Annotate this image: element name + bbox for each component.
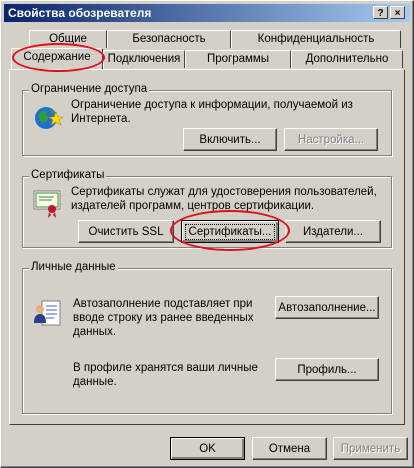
content-tab-panel: Ограничение доступа Ограничение доступа … [9, 69, 405, 425]
autocomplete-description: Автозаполнение подставляет при вводе стр… [73, 298, 254, 338]
access-group: Ограничение доступа Ограничение доступа … [22, 83, 392, 156]
address-card-icon [34, 300, 61, 326]
ok-button[interactable]: OK [170, 437, 245, 460]
globe-star-icon [35, 107, 63, 129]
profile-description: В профиле хранятся ваши личные данные. [73, 362, 258, 388]
certificate-icon [33, 190, 61, 218]
tab-connections[interactable]: Подключения [103, 50, 185, 68]
help-button[interactable]: ? [373, 6, 388, 19]
publishers-button[interactable]: Издатели... [285, 220, 381, 243]
certificates-button[interactable]: Сертификаты... [181, 220, 279, 243]
access-group-title: Ограничение доступа [29, 83, 150, 95]
enable-button[interactable]: Включить... [183, 128, 277, 151]
settings-button[interactable]: Настройка... [284, 128, 378, 151]
tab-security[interactable]: Безопасность [107, 30, 231, 48]
tab-programs[interactable]: Программы [185, 50, 291, 68]
tab-general[interactable]: Общие [29, 30, 107, 48]
personal-group: Личные данные Автозаполнение подставляет… [22, 261, 392, 414]
certificates-description: Сертификаты служат для удостоверения пол… [71, 186, 377, 212]
profile-button[interactable]: Профиль... [275, 358, 379, 381]
autocomplete-button[interactable]: Автозаполнение... [275, 296, 379, 319]
tab-content[interactable]: Содержание [11, 48, 103, 69]
certificates-button-label: Сертификаты... [184, 223, 276, 240]
internet-options-dialog: Свойства обозревателя ? × Общие Безопасн… [0, 0, 414, 468]
window-title: Свойства обозревателя [8, 6, 152, 20]
cancel-button[interactable]: Отмена [252, 437, 327, 460]
clear-ssl-button[interactable]: Очистить SSL [78, 220, 174, 243]
tab-privacy[interactable]: Конфиденциальность [231, 30, 401, 48]
apply-button[interactable]: Применить [333, 437, 408, 460]
close-button[interactable]: × [390, 6, 405, 19]
certificates-group: Сертификаты Сертификаты служат для удост… [22, 169, 392, 248]
certificates-group-title: Сертификаты [29, 169, 107, 181]
personal-group-title: Личные данные [29, 261, 118, 273]
title-bar[interactable]: Свойства обозревателя ? × [4, 4, 410, 22]
tab-advanced[interactable]: Дополнительно [291, 50, 403, 68]
access-description: Ограничение доступа к информации, получа… [71, 99, 353, 125]
